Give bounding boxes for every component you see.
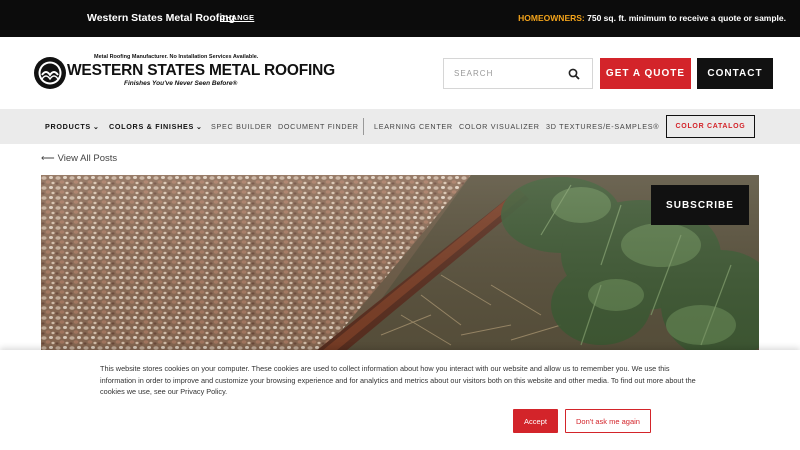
nav-item-color-visualizer[interactable]: COLOR VISUALIZER [459, 122, 540, 131]
cookie-banner: This website stores cookies on your comp… [0, 350, 800, 450]
chevron-down-icon: ⌄ [92, 124, 100, 131]
nav-item-label: COLORS & FINISHES [109, 122, 194, 131]
nav-divider [363, 118, 364, 135]
nav-item-3d-textures[interactable]: 3D TEXTURES/E-SAMPLES® [546, 122, 659, 131]
logo-name: WESTERN STATES METAL ROOFING [67, 62, 335, 79]
top-bar: Western States Metal Roofing CHANGE HOME… [0, 0, 800, 37]
nav-item-learning-center[interactable]: LEARNING CENTER [374, 122, 453, 131]
logo-slogan: Finishes You've Never Seen Before® [124, 80, 238, 87]
nav-item-label: PRODUCTS [45, 122, 91, 131]
search-box [443, 58, 593, 89]
decline-cookies-button[interactable]: Don't ask me again [565, 409, 651, 433]
nav-item-spec-builder[interactable]: SPEC BUILDER [211, 122, 272, 131]
homeowners-label: HOMEOWNERS: [518, 13, 585, 23]
view-all-posts-link[interactable]: ⟵ View All Posts [41, 153, 117, 164]
arrow-left-icon: ⟵ [41, 153, 55, 164]
view-all-posts-label: View All Posts [57, 153, 118, 164]
search-input[interactable] [444, 59, 564, 88]
main-nav: PRODUCTS ⌄ COLORS & FINISHES ⌄ SPEC BUILDE… [0, 109, 800, 144]
change-store-link[interactable]: CHANGE [220, 13, 254, 22]
nav-item-colors-finishes[interactable]: COLORS & FINISHES ⌄ [109, 122, 203, 131]
homeowners-notice: HOMEOWNERS: 750 sq. ft. minimum to recei… [518, 13, 786, 23]
contact-button[interactable]: CONTACT [697, 58, 773, 89]
search-icon[interactable] [568, 68, 580, 80]
store-name: Western States Metal Roofing [87, 12, 235, 24]
nav-item-document-finder[interactable]: DOCUMENT FINDER [278, 122, 359, 131]
logo-tagline: Metal Roofing Manufacturer. No Installat… [94, 54, 259, 60]
chevron-down-icon: ⌄ [195, 124, 203, 131]
site-logo[interactable]: Metal Roofing Manufacturer. No Installat… [33, 54, 335, 94]
subscribe-button[interactable]: SUBSCRIBE [651, 185, 749, 225]
homeowners-text: 750 sq. ft. minimum to receive a quote o… [584, 13, 786, 23]
accept-cookies-button[interactable]: Accept [513, 409, 558, 433]
logo-emblem-icon [34, 57, 66, 89]
get-a-quote-button[interactable]: GET A QUOTE [600, 58, 691, 89]
cookie-text: This website stores cookies on your comp… [100, 364, 696, 396]
site-header: Metal Roofing Manufacturer. No Installat… [0, 37, 800, 109]
color-catalog-button[interactable]: COLOR CATALOG [666, 115, 755, 138]
nav-item-products[interactable]: PRODUCTS ⌄ [45, 122, 100, 131]
